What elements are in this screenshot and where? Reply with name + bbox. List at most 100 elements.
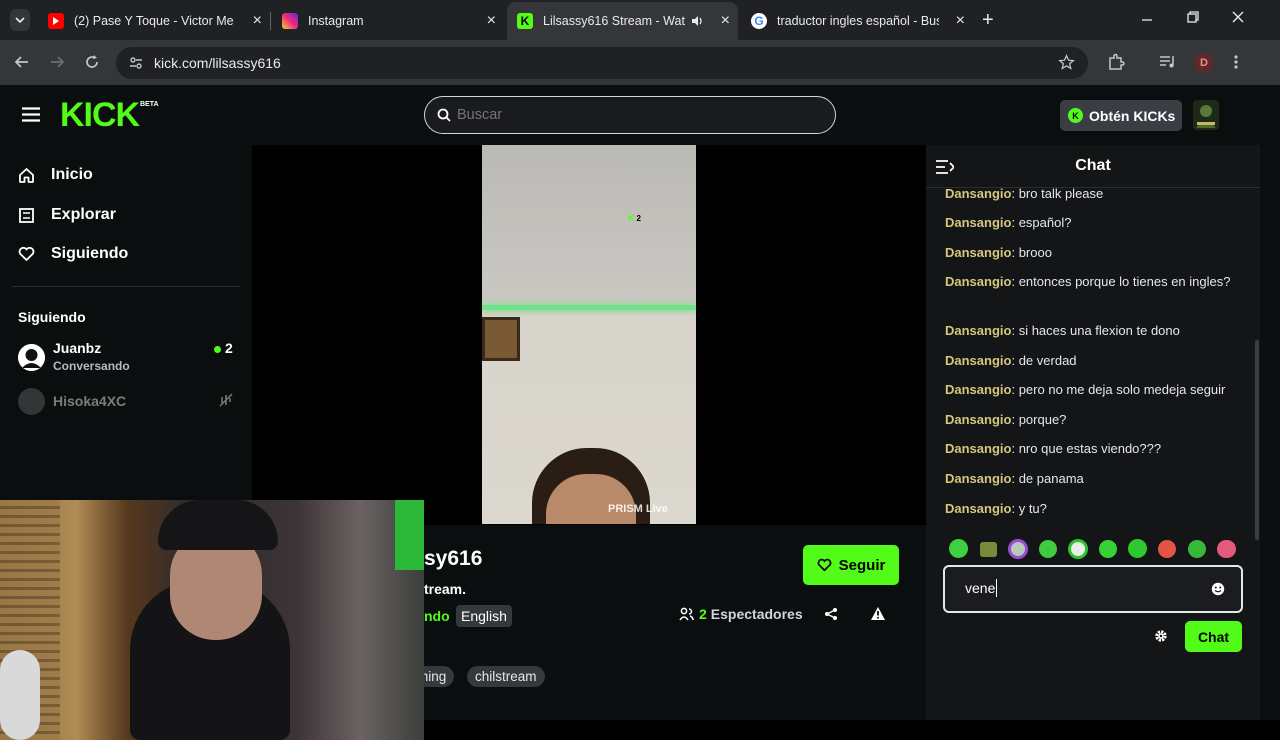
search-bar[interactable] [424,96,836,134]
tab-youtube[interactable]: (2) Pase Y Toque - Victor Mendivil × [38,7,270,34]
get-kicks-label: Obtén KICKs [1089,107,1176,124]
nav-explore[interactable]: Explorar [18,206,116,224]
browser-menu-button[interactable] [1233,54,1239,70]
emote-icon[interactable] [1068,539,1088,559]
channel-status: Conversando [53,359,130,373]
tab-instagram[interactable]: Instagram × [272,7,504,34]
emote-icon[interactable] [1158,540,1176,558]
profile-avatar[interactable]: D [1194,53,1214,73]
video-player[interactable]: K 2 PRISM Live [252,145,926,525]
emote-icon[interactable] [949,539,968,558]
kick-logo[interactable]: KICK [60,98,140,132]
chat-username[interactable]: Dansangio [945,323,1011,338]
close-tab-icon[interactable]: × [721,12,730,30]
emote-icon[interactable] [1188,540,1206,558]
chat-text: nro que estas viendo??? [1018,441,1162,456]
chat-username[interactable]: Dansangio [945,274,1011,289]
chat-message: Dansangio: y tu? [945,501,1047,516]
user-avatar[interactable] [1193,100,1219,130]
speaker-icon[interactable] [690,14,704,28]
emote-icon[interactable] [1217,540,1236,558]
search-input[interactable] [457,105,817,125]
avatar-image [1193,100,1219,130]
home-icon [19,167,34,183]
send-chat-button[interactable]: Chat [1185,621,1242,652]
gear-icon [1155,630,1167,642]
viewer-count: 2 Espectadores [679,606,803,622]
nav-home[interactable]: Inicio [18,166,93,184]
chat-message: Dansangio: si haces una flexion te dono [945,323,1180,338]
extensions-icon[interactable] [1107,53,1125,71]
chat-username[interactable]: Dansangio [945,412,1011,427]
forward-button[interactable] [49,54,65,70]
hamburger-menu-button[interactable] [22,107,40,122]
following-channel-juanbz[interactable]: Juanbz Conversando 2 [18,340,240,376]
chevron-down-icon [15,17,25,24]
close-tab-icon[interactable]: × [956,12,965,30]
chat-settings-button[interactable] [1154,629,1168,643]
emoji-picker-button[interactable] [1211,582,1225,596]
chat-username[interactable]: Dansangio [945,471,1011,486]
chat-username[interactable]: Dansangio [945,501,1011,516]
tab-search-button[interactable] [10,9,30,31]
emote-icon[interactable] [1039,540,1057,558]
chat-title: Chat [1075,157,1111,174]
webcam-overlay [0,500,424,740]
chat-username[interactable]: Dansangio [945,186,1011,201]
restore-button[interactable] [1186,10,1200,24]
overlay-badge-count: 2 [636,213,641,223]
close-window-button[interactable] [1231,10,1245,24]
reload-icon [86,55,98,68]
emote-icon[interactable] [1128,539,1147,558]
chat-username[interactable]: Dansangio [945,382,1011,397]
arrow-left-icon [14,56,28,68]
google-icon: G [751,12,767,29]
chat-text: español? [1018,215,1072,230]
minimize-button[interactable] [1140,10,1154,24]
bookmark-star-icon[interactable] [1058,54,1075,71]
site-info-icon[interactable] [128,55,144,71]
heart-icon [817,558,832,572]
tab-title: Lilsassy616 Stream - Watch [543,14,685,28]
get-kicks-button[interactable]: K Obtén KICKs [1060,100,1182,131]
video-frame: K 2 PRISM Live [482,145,696,524]
share-button[interactable] [824,607,838,621]
media-controls-icon[interactable] [1159,54,1177,70]
heart-icon [18,247,35,261]
kick-page: KICK BETA K Obtén KICKs Inicio Explorar … [0,85,1280,740]
tab-google[interactable]: G traductor ingles español - Buscar × [741,7,973,34]
language-tag[interactable]: English [456,605,512,627]
url-text[interactable]: kick.com/lilsassy616 [154,55,281,71]
close-tab-icon[interactable]: × [253,12,262,30]
follow-button[interactable]: Seguir [803,545,899,585]
stream-tag[interactable]: chilstream [467,666,545,687]
chat-input[interactable]: vene [965,580,995,596]
chat-username[interactable]: Dansangio [945,245,1011,260]
close-tab-icon[interactable]: × [487,12,496,30]
emote-icon[interactable] [1099,540,1117,558]
new-tab-button[interactable]: + [982,9,994,32]
chat-message: Dansangio: bro talk please [945,186,1104,201]
nav-following[interactable]: Siguiendo [18,245,128,263]
avatar [18,388,45,415]
address-bar[interactable]: kick.com/lilsassy616 [116,47,1088,79]
restore-icon [1187,11,1199,23]
emote-icon[interactable] [1008,539,1028,559]
person-cap [158,500,278,550]
users-icon [679,607,694,621]
chat-input-box[interactable]: vene [943,565,1243,613]
chat-username[interactable]: Dansangio [945,215,1011,230]
reload-button[interactable] [84,54,100,70]
channel-title[interactable]: sy616 [424,547,482,571]
report-button[interactable] [870,606,886,621]
chat-username[interactable]: Dansangio [945,353,1011,368]
tab-kick-stream[interactable]: K Lilsassy616 Stream - Watch × [507,2,738,40]
headphones [0,650,40,740]
tab-title: (2) Pase Y Toque - Victor Mendivil [74,13,234,28]
chat-scrollbar[interactable] [1255,340,1259,540]
stream-category[interactable]: ndo [424,608,450,624]
following-channel-hisoka[interactable]: Hisoka4XC [18,388,240,415]
chat-username[interactable]: Dansangio [945,441,1011,456]
back-button[interactable] [14,54,30,70]
emote-icon[interactable] [980,542,997,557]
